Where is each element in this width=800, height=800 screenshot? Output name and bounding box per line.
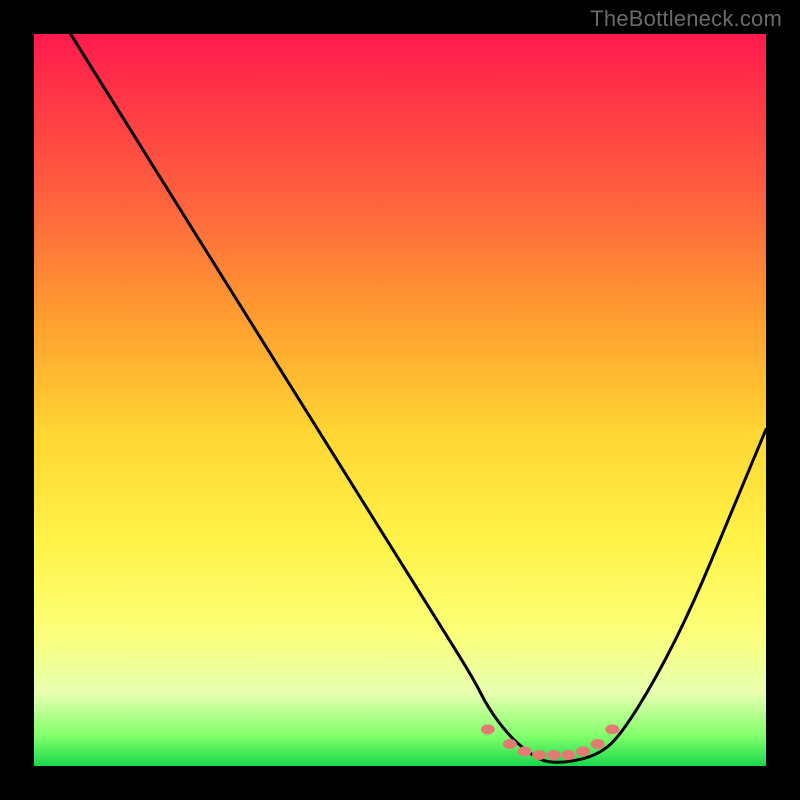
- marker-dot: [576, 746, 590, 756]
- marker-dot: [605, 724, 619, 734]
- chart-container: TheBottleneck.com: [0, 0, 800, 800]
- marker-dot: [503, 739, 517, 749]
- minimum-markers: [481, 724, 620, 760]
- marker-dot: [561, 750, 575, 760]
- marker-dot: [532, 750, 546, 760]
- watermark-text: TheBottleneck.com: [590, 6, 782, 32]
- marker-dot: [481, 724, 495, 734]
- plot-area: [34, 34, 766, 766]
- bottleneck-curve: [34, 34, 766, 766]
- marker-dot: [517, 746, 531, 756]
- marker-dot: [547, 750, 561, 760]
- marker-dot: [591, 739, 605, 749]
- curve-line: [71, 34, 766, 762]
